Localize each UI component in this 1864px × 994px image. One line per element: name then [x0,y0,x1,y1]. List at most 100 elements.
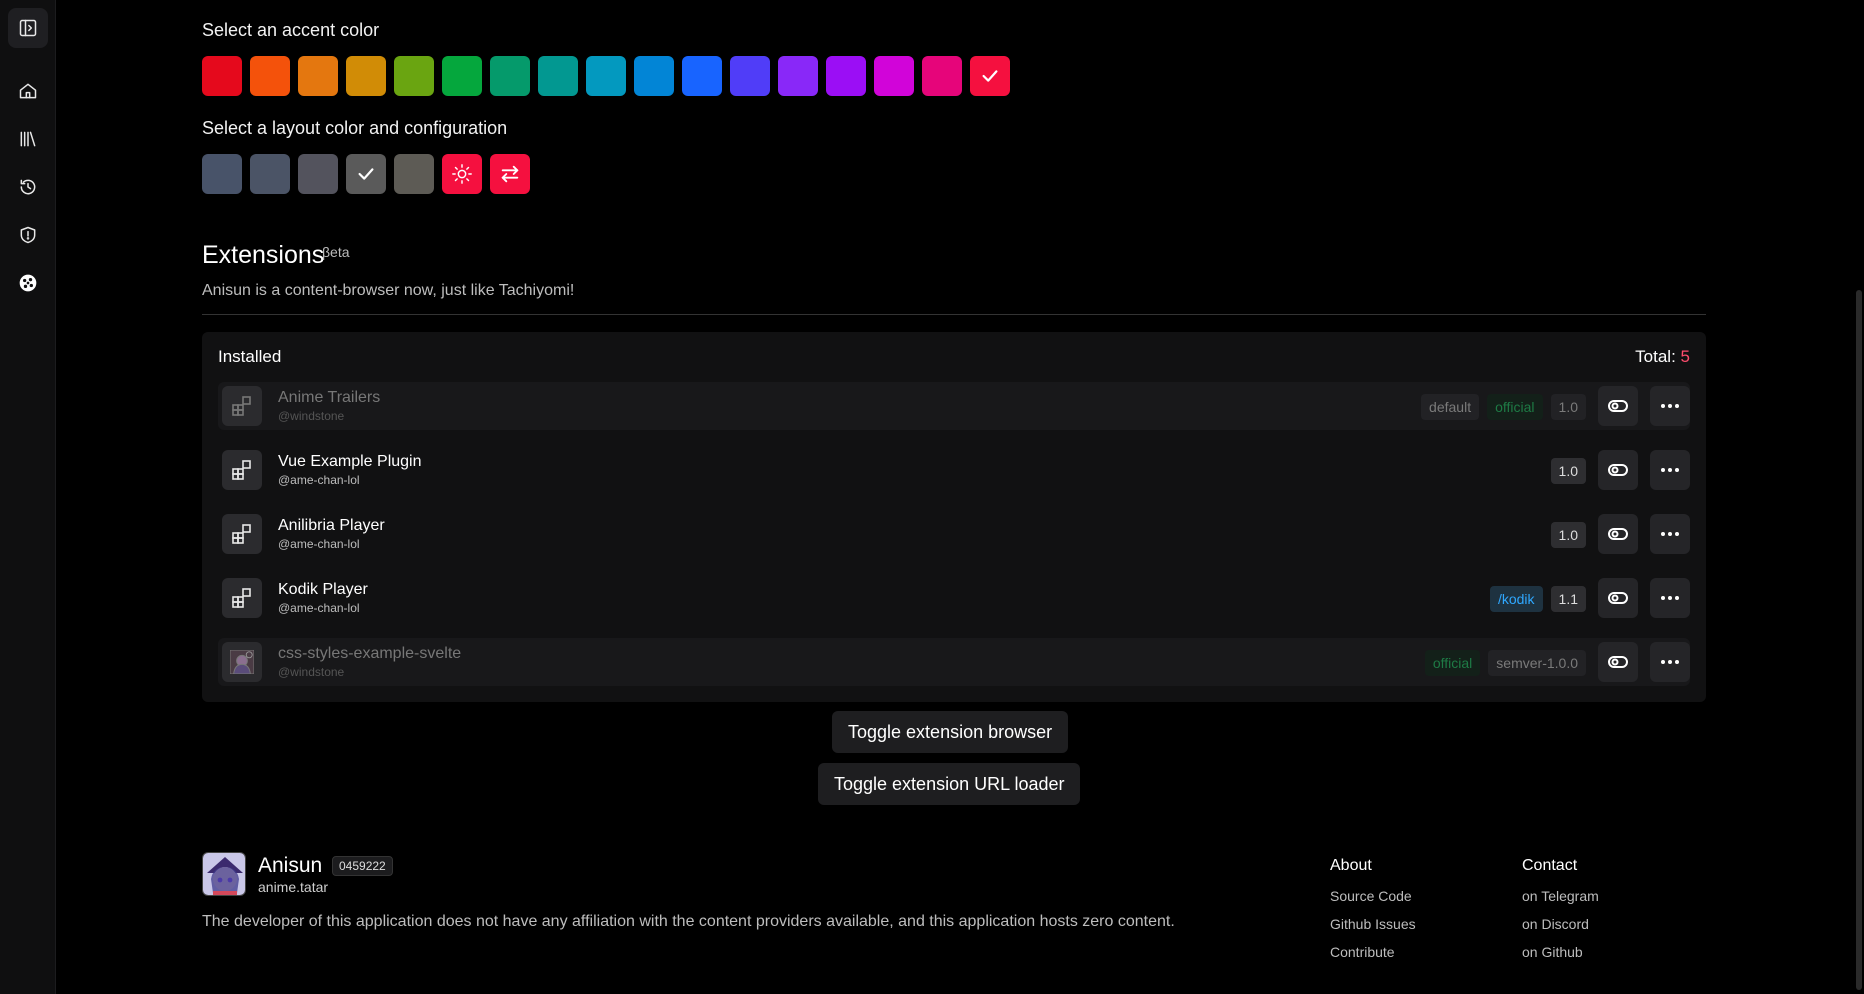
total-label: Total: [1635,347,1676,366]
about-title: About [1330,857,1372,874]
ellipsis-icon [1661,596,1679,600]
layout-swatch[interactable] [250,154,290,194]
divider [202,314,1706,315]
extension-tag: 1.1 [1550,586,1586,612]
app-avatar [202,852,246,896]
toggle-icon [1608,400,1628,412]
accent-swatch[interactable] [826,56,866,96]
nav-privacy[interactable] [8,215,48,255]
accent-swatch[interactable] [394,56,434,96]
toggle-extension-button[interactable] [1598,642,1638,682]
extension-icon [232,524,251,544]
toggle-icon [1608,528,1628,540]
scrollbar[interactable] [1856,290,1862,990]
telegram-link[interactable]: on Telegram [1522,888,1599,904]
toggle-icon [1608,656,1628,668]
main-content: Select an accent color Select a layout c… [56,0,1864,994]
extension-row: Anilibria Player @ame-chan-lol 1.0 [218,510,1690,558]
light-mode-button[interactable] [442,154,482,194]
toggle-extension-button[interactable] [1598,514,1638,554]
more-options-button[interactable] [1650,450,1690,490]
more-options-button[interactable] [1650,578,1690,618]
extension-icon [232,396,251,416]
accent-swatch[interactable] [250,56,290,96]
accent-swatch[interactable] [586,56,626,96]
accent-swatch[interactable] [682,56,722,96]
accent-swatch[interactable] [634,56,674,96]
extension-tags: /kodik 1.1 [1489,586,1586,612]
extension-tag[interactable]: /kodik [1489,586,1543,612]
accent-swatch[interactable] [442,56,482,96]
accent-swatch[interactable] [346,56,386,96]
accent-swatch[interactable] [778,56,818,96]
extension-row: css-styles-example-svelte @windstone offic… [218,638,1690,686]
layout-swatch[interactable] [346,154,386,194]
sun-icon [452,164,472,184]
extension-author: @ame-chan-lol [278,473,360,487]
more-options-button[interactable] [1650,642,1690,682]
toggle-extension-button[interactable] [1598,450,1638,490]
check-icon [982,70,998,82]
layout-swatch[interactable] [394,154,434,194]
extension-thumb [222,450,262,490]
sidebar-toggle-button[interactable] [8,8,48,48]
accent-swatch[interactable] [730,56,770,96]
nav-home[interactable] [8,71,48,111]
accent-swatch[interactable] [202,56,242,96]
source-code-link[interactable]: Source Code [1330,888,1412,904]
more-options-button[interactable] [1650,386,1690,426]
swap-layout-button[interactable] [490,154,530,194]
extension-avatar [230,650,254,674]
extension-name: Anilibria Player [278,517,385,534]
beta-badge: βeta [322,244,350,260]
accent-swatch[interactable] [298,56,338,96]
ellipsis-icon [1661,404,1679,408]
extension-thumb [222,578,262,618]
toggle-extension-browser-button[interactable]: Toggle extension browser [832,711,1069,753]
discord-link[interactable]: on Discord [1522,916,1589,932]
extension-tag: 1.0 [1550,394,1586,420]
layout-swatch[interactable] [298,154,338,194]
home-icon [19,83,37,99]
extension-name: css-styles-example-svelte [278,645,462,662]
more-options-button[interactable] [1650,514,1690,554]
sidebar-toggle-icon [19,19,37,37]
accent-swatch[interactable] [922,56,962,96]
extension-author: @ame-chan-lol [278,537,360,551]
extension-tag: 1.0 [1550,458,1586,484]
contribute-link[interactable]: Contribute [1330,944,1395,960]
extension-author: @ame-chan-lol [278,601,360,615]
extension-author: @windstone [278,665,345,679]
shield-icon [20,226,36,244]
toggle-extension-button[interactable] [1598,578,1638,618]
toggle-icon [1608,592,1628,604]
extension-icon [232,588,251,608]
settings-icon [19,274,37,292]
accent-swatch[interactable] [538,56,578,96]
extension-row: Kodik Player @ame-chan-lol/kodik 1.1 [218,574,1690,622]
toggle-icon [1608,464,1628,476]
layout-swatch[interactable] [202,154,242,194]
extension-thumb [222,386,262,426]
accent-swatch[interactable] [970,56,1010,96]
extension-thumb [222,514,262,554]
toggle-extension-button[interactable] [1598,386,1638,426]
github-link[interactable]: on Github [1522,944,1583,960]
nav-library[interactable] [8,119,48,159]
extension-tags: 1.0 [1550,458,1586,484]
nav-settings[interactable] [8,263,48,303]
accent-swatch[interactable] [490,56,530,96]
extension-tags: default official 1.0 [1421,394,1586,420]
accent-swatch[interactable] [874,56,914,96]
extension-tag: default [1421,394,1480,420]
library-icon [20,131,36,147]
extension-tag: 1.0 [1550,522,1586,548]
sidebar [0,0,56,994]
github-issues-link[interactable]: Github Issues [1330,916,1416,932]
nav-history[interactable] [8,167,48,207]
toggle-extension-url-loader-button[interactable]: Toggle extension URL loader [818,763,1081,805]
total-count: Total: 5 [1635,347,1690,367]
installed-panel: Installed Total: 5 Anime Trailers @windst… [202,332,1706,702]
swap-arrows-icon [501,165,519,183]
total-value: 5 [1680,347,1690,366]
